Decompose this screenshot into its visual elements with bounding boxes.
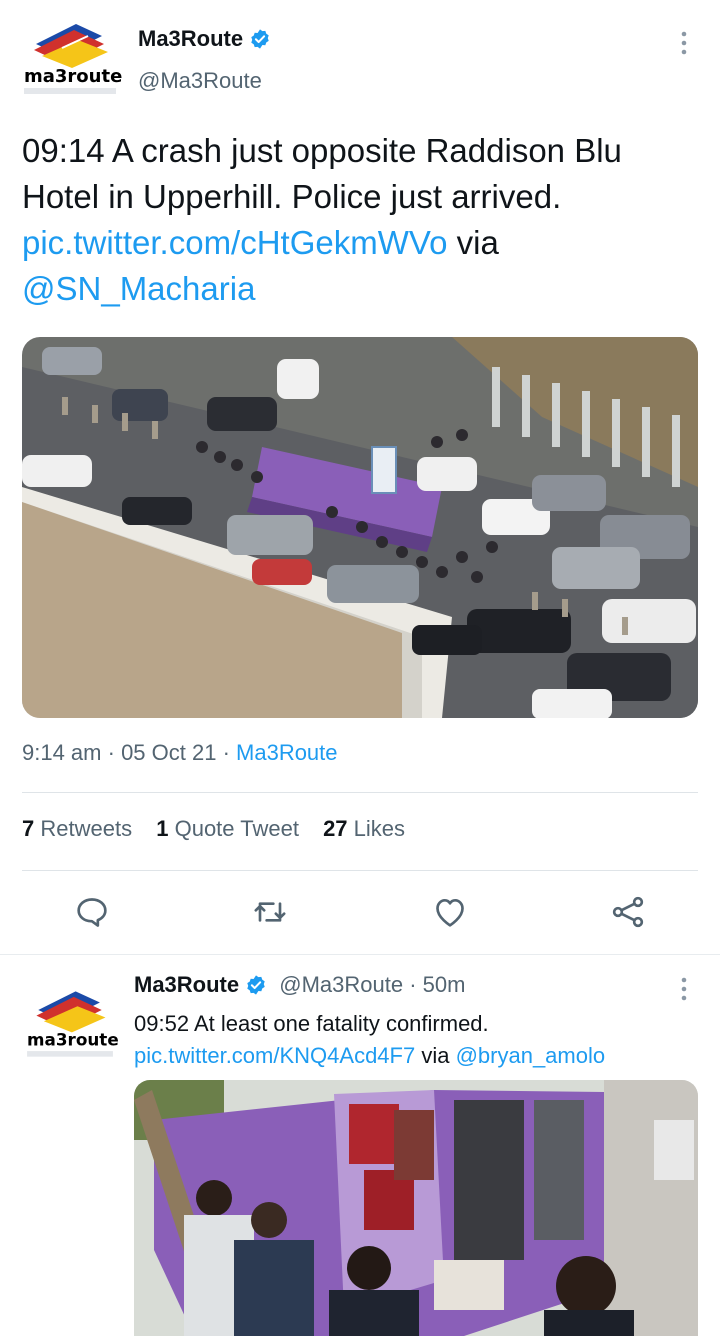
crash-aerial-photo [22, 337, 698, 718]
verified-badge-icon [245, 974, 267, 996]
tweet-date[interactable]: 05 Oct 21 [121, 740, 216, 765]
retweets-label: Retweets [40, 816, 133, 841]
tweet-text: 09:52 At least one fatality confirmed. pi… [134, 1008, 706, 1072]
tweet-image[interactable] [22, 337, 698, 718]
overturned-bus-photo [134, 1080, 698, 1336]
tweet-body: 09:52 At least one fatality confirmed. [134, 1011, 489, 1036]
likes-count: 27 [323, 816, 348, 841]
display-name[interactable]: Ma3Route [134, 972, 239, 997]
ma3route-logo: ma3route [24, 24, 122, 94]
divider [22, 792, 698, 793]
via-text: via [415, 1043, 456, 1068]
mention-link[interactable]: @bryan_amolo [456, 1043, 606, 1068]
retweets-count: 7 [22, 816, 35, 841]
divider [22, 870, 698, 871]
retweet-icon[interactable] [250, 892, 290, 932]
display-name[interactable]: Ma3Route [138, 26, 243, 51]
mention-link[interactable]: @SN_Macharia [22, 270, 255, 307]
more-options-icon[interactable] [676, 30, 692, 56]
time-separator: · [403, 972, 423, 997]
tweet-media-link[interactable]: pic.twitter.com/KNQ4Acd4F7 [134, 1043, 415, 1068]
likes-stat[interactable]: 27 Likes [323, 816, 405, 841]
tweet-image[interactable] [134, 1080, 698, 1336]
meta-separator: · [101, 740, 122, 765]
tweet-separator [0, 954, 720, 955]
verified-badge-icon [249, 28, 271, 50]
retweets-stat[interactable]: 7 Retweets [22, 816, 132, 841]
likes-label: Likes [353, 816, 406, 841]
author-line: Ma3Route @Ma3Route · 50m [134, 972, 465, 998]
tweet-body: 09:14 A crash just opposite Raddison Blu… [22, 132, 622, 215]
tweet-meta: 9:14 am · 05 Oct 21 · Ma3Route [22, 740, 338, 766]
quotes-stat[interactable]: 1 Quote Tweet [156, 816, 299, 841]
meta-separator: · [216, 740, 237, 765]
quotes-label: Quote Tweet [174, 816, 299, 841]
handle[interactable]: @Ma3Route [138, 68, 262, 94]
tweet-text: 09:14 A crash just opposite Raddison Blu… [22, 128, 702, 312]
tweet-source[interactable]: Ma3Route [236, 740, 338, 765]
reply-icon[interactable] [72, 892, 112, 932]
relative-time[interactable]: 50m [423, 972, 466, 997]
like-icon[interactable] [430, 892, 470, 932]
logo-wordmark: ma3route [27, 1029, 119, 1049]
engagement-stats: 7 Retweets 1 Quote Tweet 27 Likes [22, 816, 405, 842]
share-icon[interactable] [608, 892, 648, 932]
via-text: via [447, 224, 499, 261]
more-options-icon[interactable] [676, 976, 692, 1002]
avatar[interactable]: ma3route [18, 14, 122, 104]
ma3route-logo: ma3route [27, 991, 119, 1057]
handle[interactable]: @Ma3Route [279, 972, 403, 997]
tweet-media-link[interactable]: pic.twitter.com/cHtGekmWVo [22, 224, 447, 261]
quotes-count: 1 [156, 816, 169, 841]
logo-wordmark: ma3route [24, 66, 122, 87]
avatar[interactable]: ma3route [20, 982, 120, 1066]
tweet-time[interactable]: 9:14 am [22, 740, 102, 765]
author-line: Ma3Route [138, 26, 271, 52]
